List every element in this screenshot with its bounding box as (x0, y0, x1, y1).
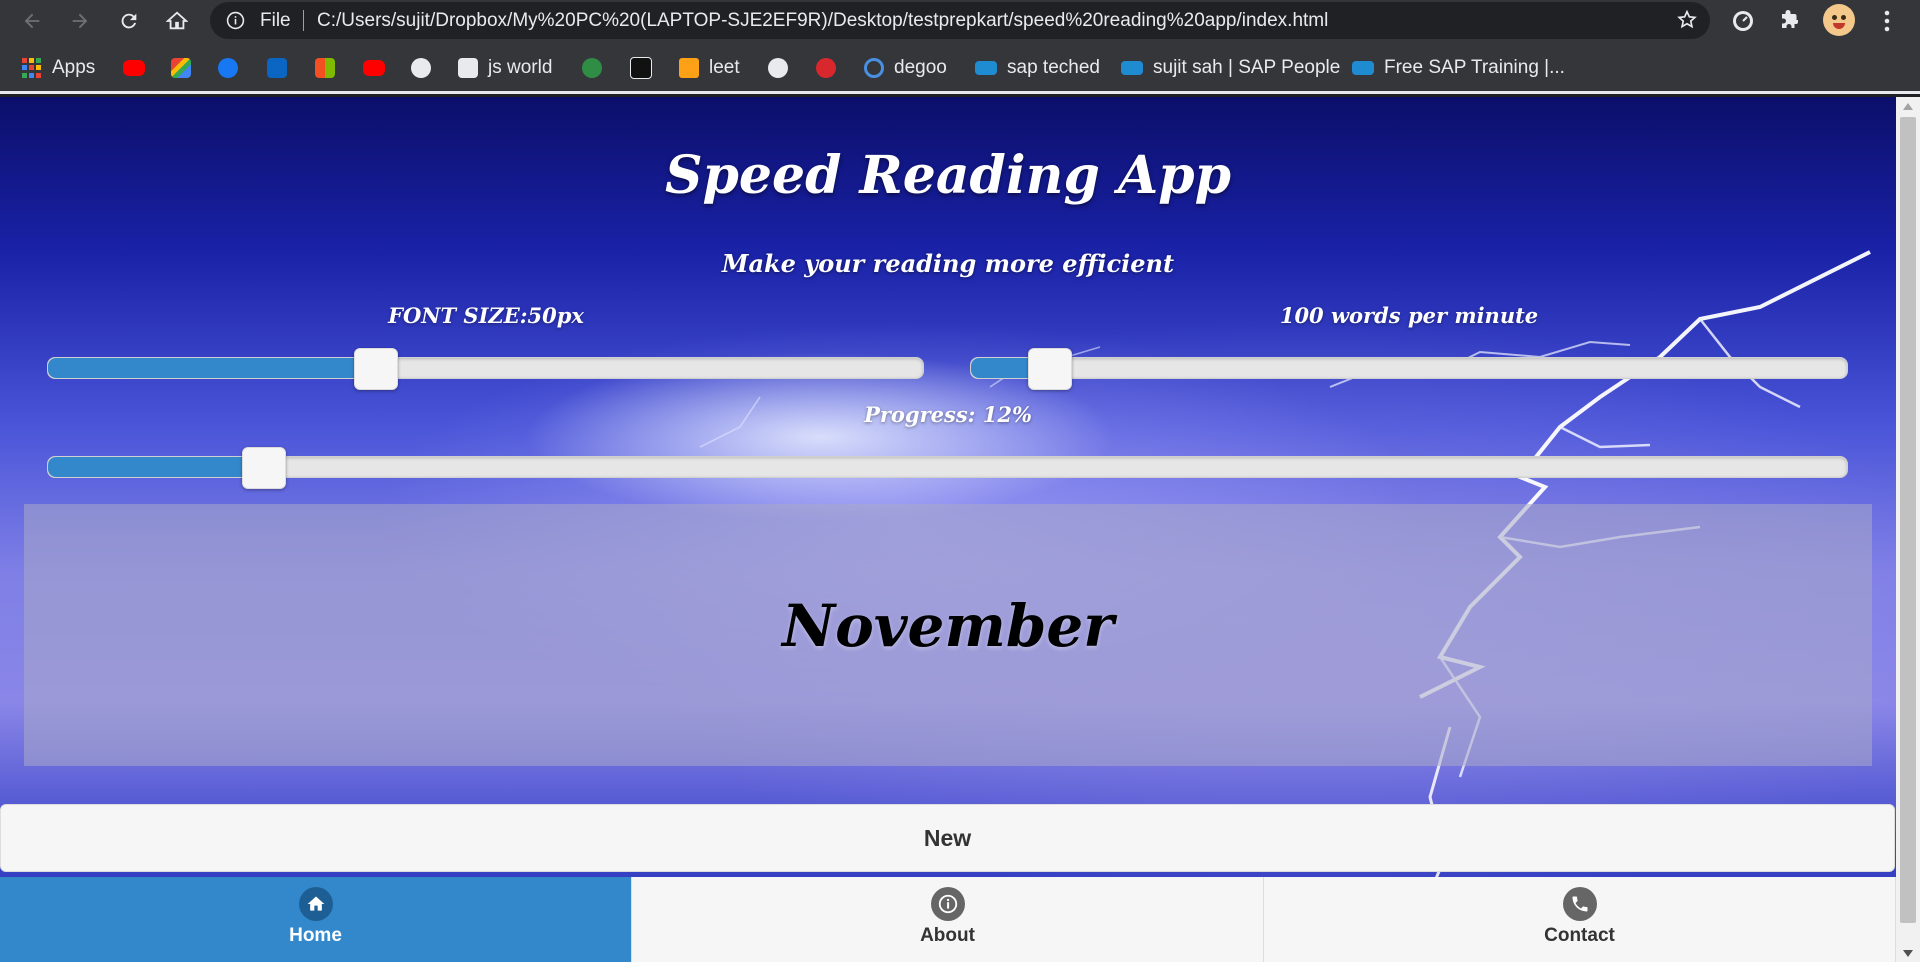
nav-home-label: Home (289, 925, 342, 946)
font-size-slider-thumb[interactable] (354, 348, 399, 390)
url-text[interactable]: C:/Users/sujit/Dropbox/My%20PC%20(LAPTOP… (317, 10, 1328, 31)
geeksforgeeks-icon (582, 58, 602, 78)
font-size-label: FONT SIZE:50px (388, 303, 584, 328)
bottom-navbar: Home About Contact (0, 877, 1896, 962)
search-icon (458, 58, 478, 78)
leetcode-icon (679, 58, 699, 78)
browser-toolbar: File C:/Users/sujit/Dropbox/My%20PC%20(L… (0, 0, 1920, 42)
bookmark-label: leet (709, 57, 740, 78)
youtube-icon (363, 60, 385, 76)
page-viewport: Speed Reading App Make your reading more… (0, 97, 1896, 962)
scrollbar-thumb[interactable] (1900, 117, 1916, 923)
font-size-slider-fill (48, 358, 377, 378)
bookmark-globe[interactable] (768, 56, 788, 80)
profile-avatar[interactable] (1823, 4, 1855, 36)
app-subtitle: Make your reading more efficient (721, 249, 1175, 278)
apps-grid-icon (22, 58, 42, 78)
linkedin-icon (267, 58, 287, 78)
bookmark-js-world[interactable]: js world (458, 56, 552, 80)
scroll-down-arrow-icon[interactable] (1896, 944, 1920, 962)
nav-about-label: About (920, 925, 975, 946)
info-circle-icon[interactable] (226, 11, 245, 30)
wpm-label: 100 words per minute (1279, 303, 1539, 328)
bookmark-label: Free SAP Training |... (1384, 57, 1565, 78)
bookmark-github[interactable] (411, 56, 431, 80)
scroll-up-arrow-icon[interactable] (1896, 97, 1920, 115)
bookmark-star-icon[interactable] (1676, 9, 1698, 31)
progress-label: Progress: 12% (864, 402, 1032, 427)
progress-slider[interactable] (47, 447, 1848, 489)
speedometer-extension-icon[interactable] (1729, 7, 1757, 35)
bookmark-label: js world (488, 57, 553, 78)
microsoft-icon (315, 58, 335, 78)
facebook-icon (218, 58, 238, 78)
forward-arrow-icon (72, 13, 88, 29)
degoo-icon (864, 58, 884, 78)
reading-display: November (24, 504, 1872, 766)
bookmark-mega[interactable] (816, 56, 836, 80)
nav-about[interactable]: About (632, 877, 1264, 962)
bookmark-label: sap teched (1007, 57, 1100, 78)
nav-contact-label: Contact (1544, 925, 1615, 946)
extensions-puzzle-icon[interactable] (1776, 7, 1804, 35)
bookmark-leet[interactable]: leet (679, 56, 740, 80)
bookmark-gmail[interactable] (171, 56, 191, 80)
back-button[interactable] (17, 6, 47, 36)
bookmark-microsoft[interactable] (315, 56, 335, 80)
bookmark-linkedin[interactable] (267, 56, 287, 80)
current-word: November (782, 592, 1114, 660)
reload-icon (121, 13, 137, 29)
phone-icon (1562, 887, 1597, 921)
url-scheme-label: File (260, 10, 291, 31)
reload-button[interactable] (114, 6, 144, 36)
bookmark-youtube[interactable] (123, 56, 145, 80)
app-title: Speed Reading App (665, 145, 1231, 206)
bookmark-label: sujit sah | SAP People (1153, 57, 1341, 78)
home-page-button[interactable] (162, 6, 192, 36)
hackerrank-icon (630, 57, 652, 79)
bookmark-label: Apps (52, 57, 96, 78)
github-icon (411, 58, 431, 78)
youtube-icon (123, 60, 145, 76)
nav-home[interactable]: Home (0, 877, 632, 962)
home-icon (298, 887, 333, 921)
sap-icon (975, 61, 997, 75)
bookmark-apps[interactable]: Apps (22, 56, 95, 80)
bookmark-label: degoo (894, 57, 947, 78)
bookmark-geeksforgeeks[interactable] (582, 56, 602, 80)
menu-kebab-icon[interactable] (1873, 7, 1901, 35)
home-outline-icon (166, 11, 188, 30)
wpm-slider-thumb[interactable] (1027, 348, 1072, 390)
bookmark-sap-teched[interactable]: sap teched (975, 56, 1100, 80)
bookmark-facebook[interactable] (218, 56, 238, 80)
back-arrow-icon (24, 13, 40, 29)
sap-icon (1121, 61, 1143, 75)
bookmark-degoo[interactable]: degoo (864, 56, 947, 80)
address-bar[interactable]: File C:/Users/sujit/Dropbox/My%20PC%20(L… (210, 2, 1710, 39)
font-size-slider[interactable] (47, 348, 924, 390)
bookmark-free-sap-training[interactable]: Free SAP Training |... (1352, 56, 1565, 80)
wpm-slider[interactable] (970, 348, 1848, 390)
progress-slider-thumb[interactable] (241, 447, 286, 489)
url-separator (303, 10, 304, 31)
info-icon (930, 887, 965, 921)
mega-icon (816, 58, 836, 78)
globe-icon (768, 58, 788, 78)
bookmark-youtube-2[interactable] (363, 56, 385, 80)
bookmarks-bar: Apps js world leet degoo sap teched suji… (0, 42, 1920, 94)
gmail-icon (171, 58, 191, 78)
progress-slider-fill (48, 457, 264, 477)
new-button[interactable]: New (0, 804, 1895, 872)
nav-contact[interactable]: Contact (1264, 877, 1896, 962)
page-scrollbar[interactable] (1896, 97, 1920, 962)
bookmark-sap-people[interactable]: sujit sah | SAP People (1121, 56, 1340, 80)
bookmark-hackerrank[interactable] (630, 56, 652, 80)
sap-icon (1352, 61, 1374, 75)
forward-button[interactable] (65, 6, 95, 36)
